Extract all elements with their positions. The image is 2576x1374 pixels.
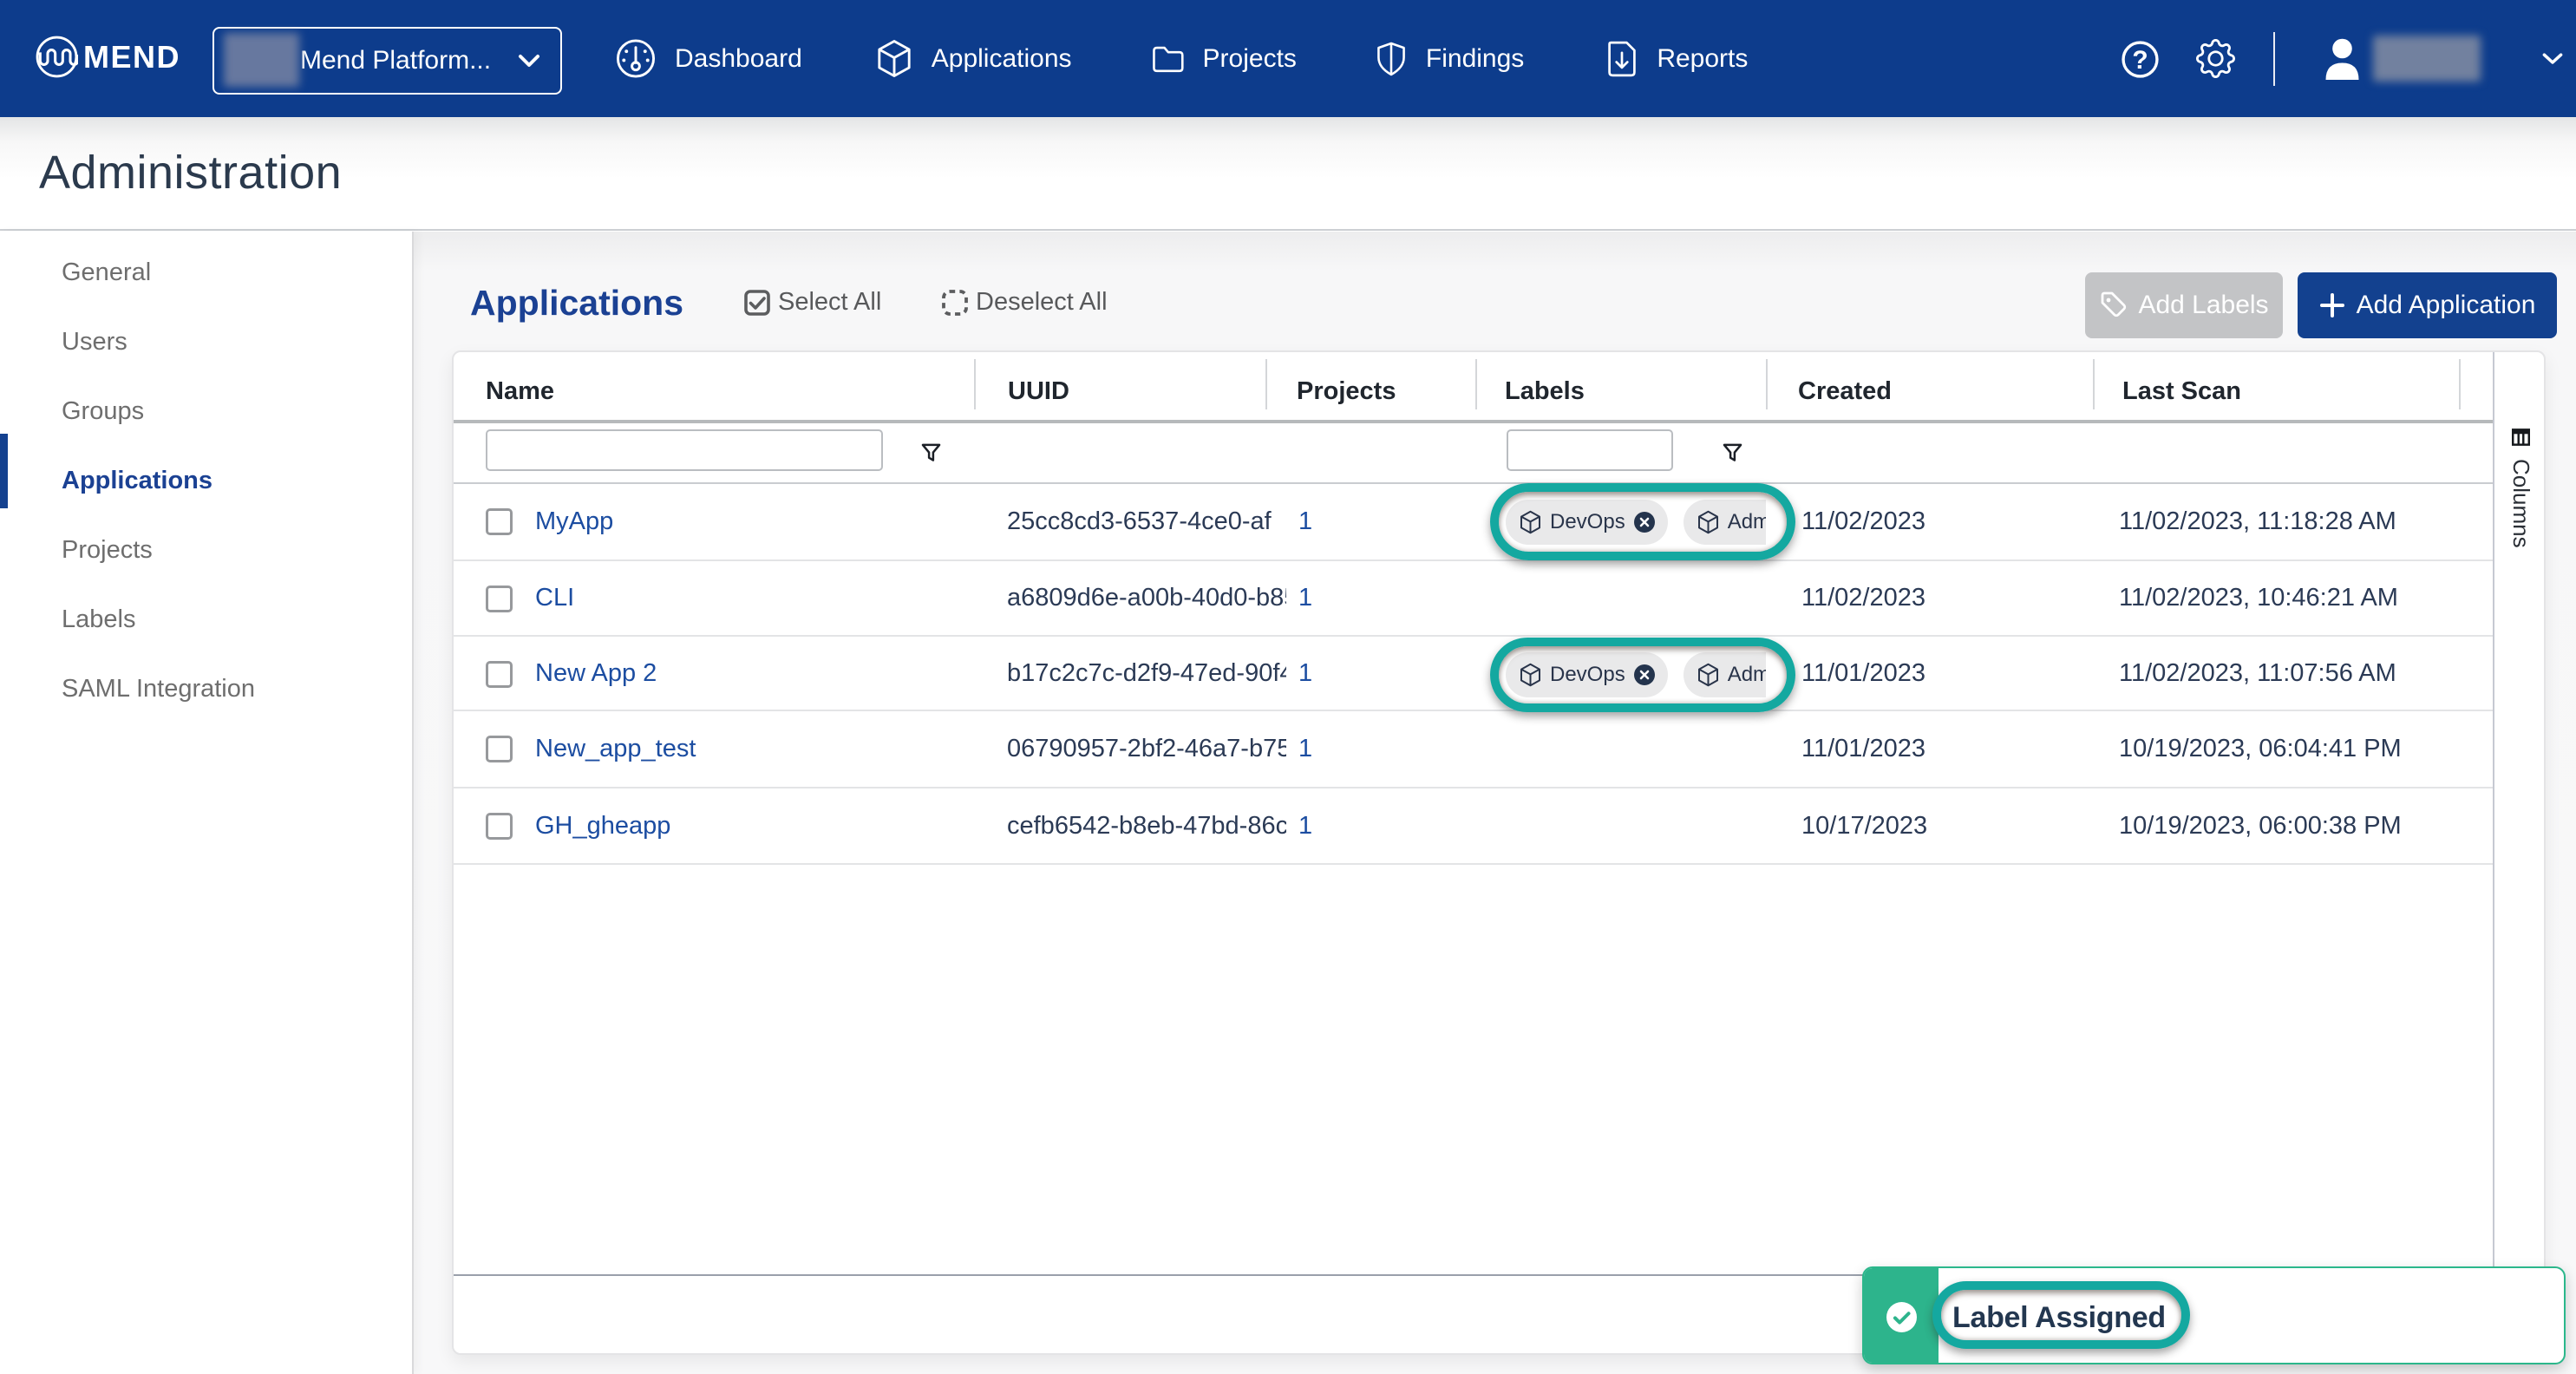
svg-text:?: ? xyxy=(2132,46,2148,75)
